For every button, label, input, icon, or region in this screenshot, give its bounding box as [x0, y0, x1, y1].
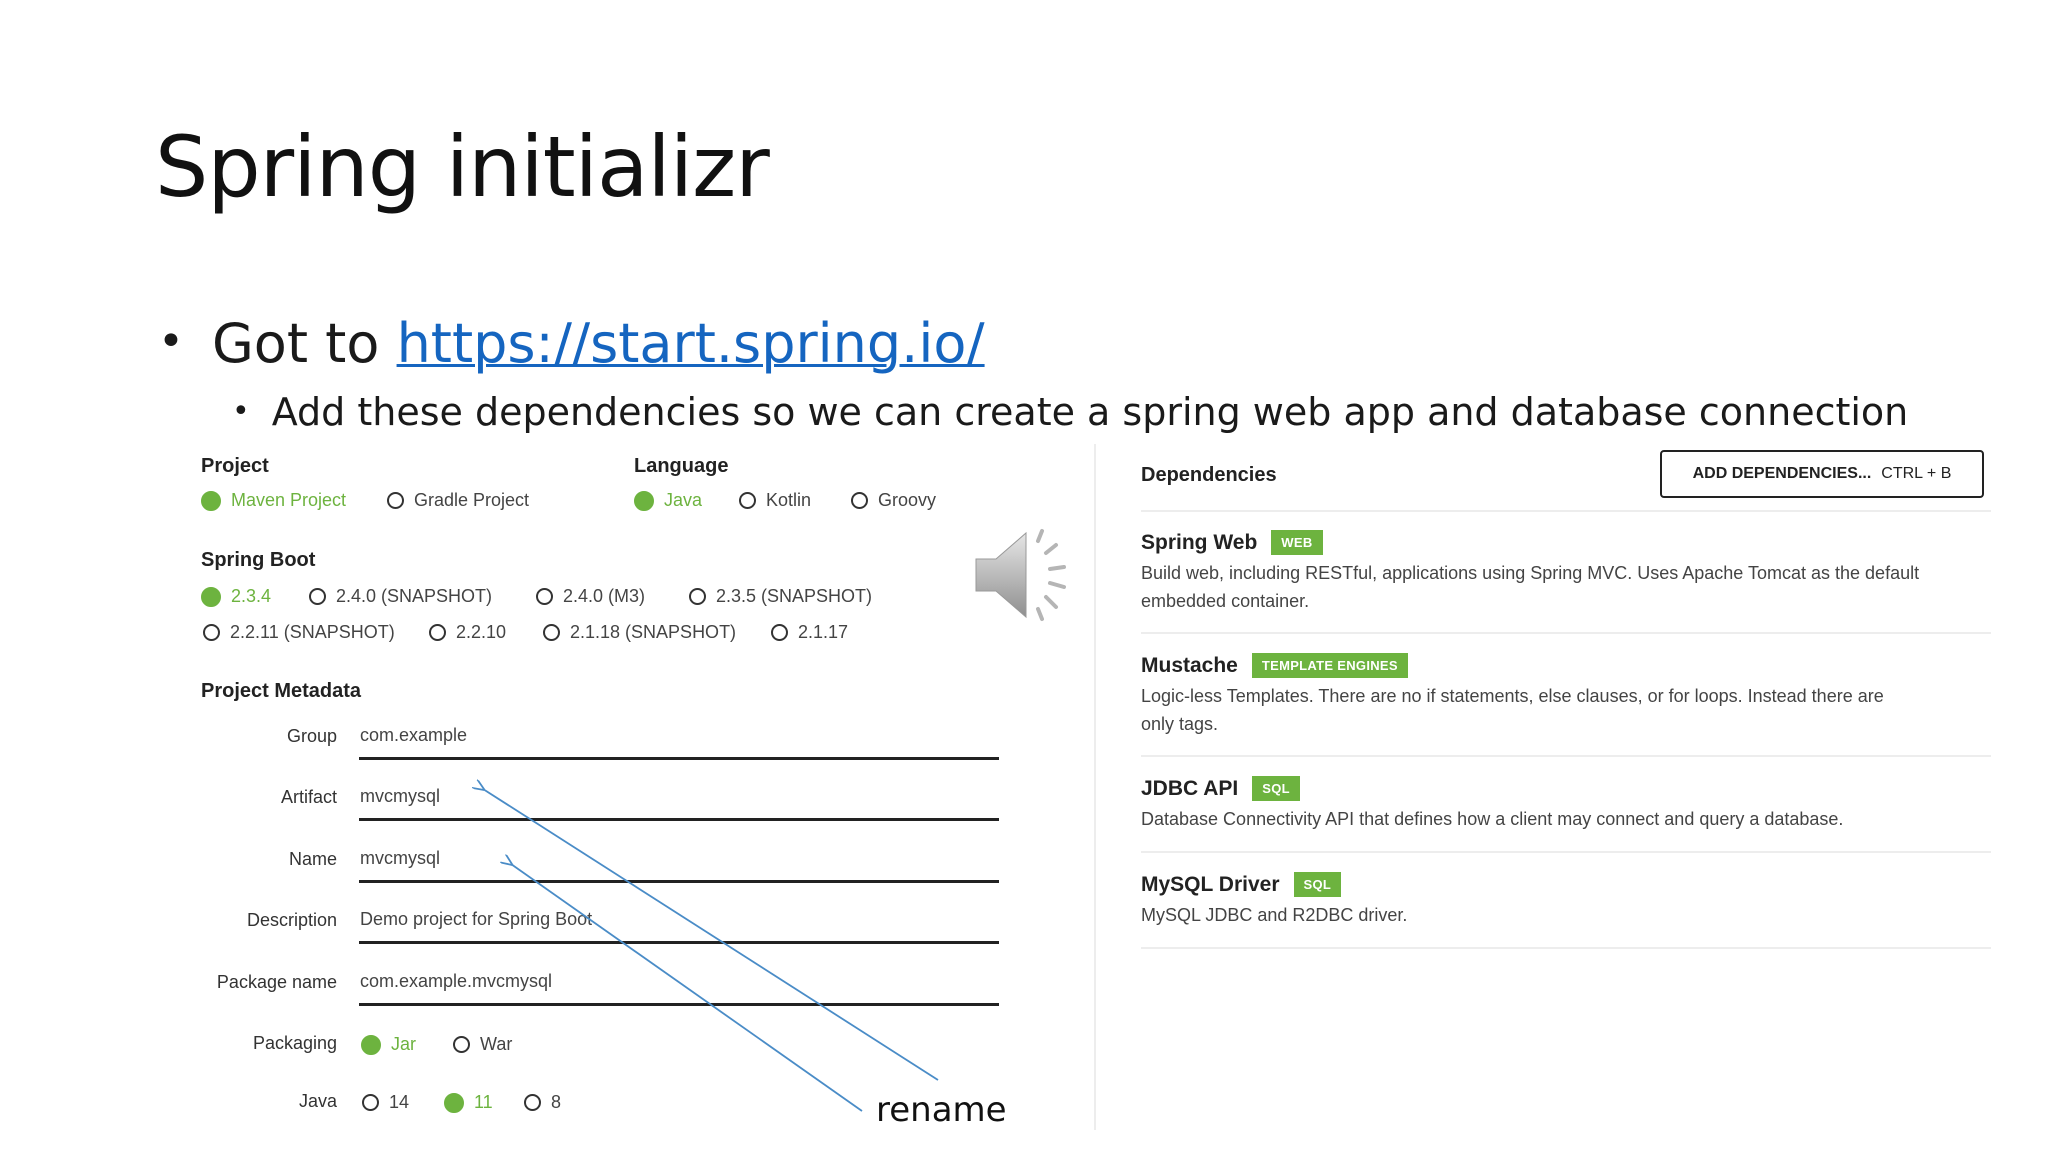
- dependency-title: Spring Web WEB: [1141, 530, 1921, 555]
- dependency-separator: [1141, 632, 1991, 634]
- add-dependencies-shortcut: CTRL + B: [1881, 465, 1952, 482]
- dependency-name: Spring Web: [1141, 531, 1258, 554]
- dependency-tag: WEB: [1271, 530, 1323, 555]
- rename-annotation: rename: [876, 1090, 1007, 1130]
- dependency-title: Mustache TEMPLATE ENGINES: [1141, 653, 1921, 678]
- dependency-separator: [1141, 755, 1991, 757]
- arrow-to-artifact: [483, 789, 939, 1081]
- dependency-separator: [1141, 947, 1991, 949]
- add-dependencies-button[interactable]: ADD DEPENDENCIES... CTRL + B: [1660, 450, 1984, 498]
- dependency-separator: [1141, 510, 1991, 512]
- arrow-to-name: [511, 864, 863, 1112]
- dependency-name: MySQL Driver: [1141, 873, 1280, 896]
- dependency-separator: [1141, 851, 1991, 853]
- dependency-tag: TEMPLATE ENGINES: [1251, 653, 1408, 678]
- add-dependencies-label: ADD DEPENDENCIES...: [1692, 465, 1872, 482]
- dependency-description: MySQL JDBC and R2DBC driver.: [1141, 905, 1408, 925]
- dependency-item-spring-web[interactable]: Spring Web WEB Build web, including RESTf…: [1141, 530, 1921, 615]
- dependency-item-jdbc-api[interactable]: JDBC API SQL Database Connectivity API th…: [1141, 776, 1921, 833]
- dependency-name: JDBC API: [1141, 777, 1239, 800]
- dependency-item-mustache[interactable]: Mustache TEMPLATE ENGINES Logic-less Temp…: [1141, 653, 1921, 738]
- dependency-tag: SQL: [1293, 872, 1342, 897]
- dependency-title: JDBC API SQL: [1141, 776, 1921, 801]
- dependency-tag: SQL: [1252, 776, 1300, 801]
- dependency-description: Build web, including RESTful, applicatio…: [1141, 563, 1920, 611]
- dependency-description: Database Connectivity API that defines h…: [1141, 809, 1844, 829]
- dependency-description: Logic-less Templates. There are no if st…: [1141, 686, 1884, 734]
- dependency-title: MySQL Driver SQL: [1141, 872, 1921, 897]
- dependency-item-mysql-driver[interactable]: MySQL Driver SQL MySQL JDBC and R2DBC dri…: [1141, 872, 1921, 929]
- dependencies-label: Dependencies: [1141, 464, 1277, 486]
- dependency-name: Mustache: [1141, 654, 1238, 677]
